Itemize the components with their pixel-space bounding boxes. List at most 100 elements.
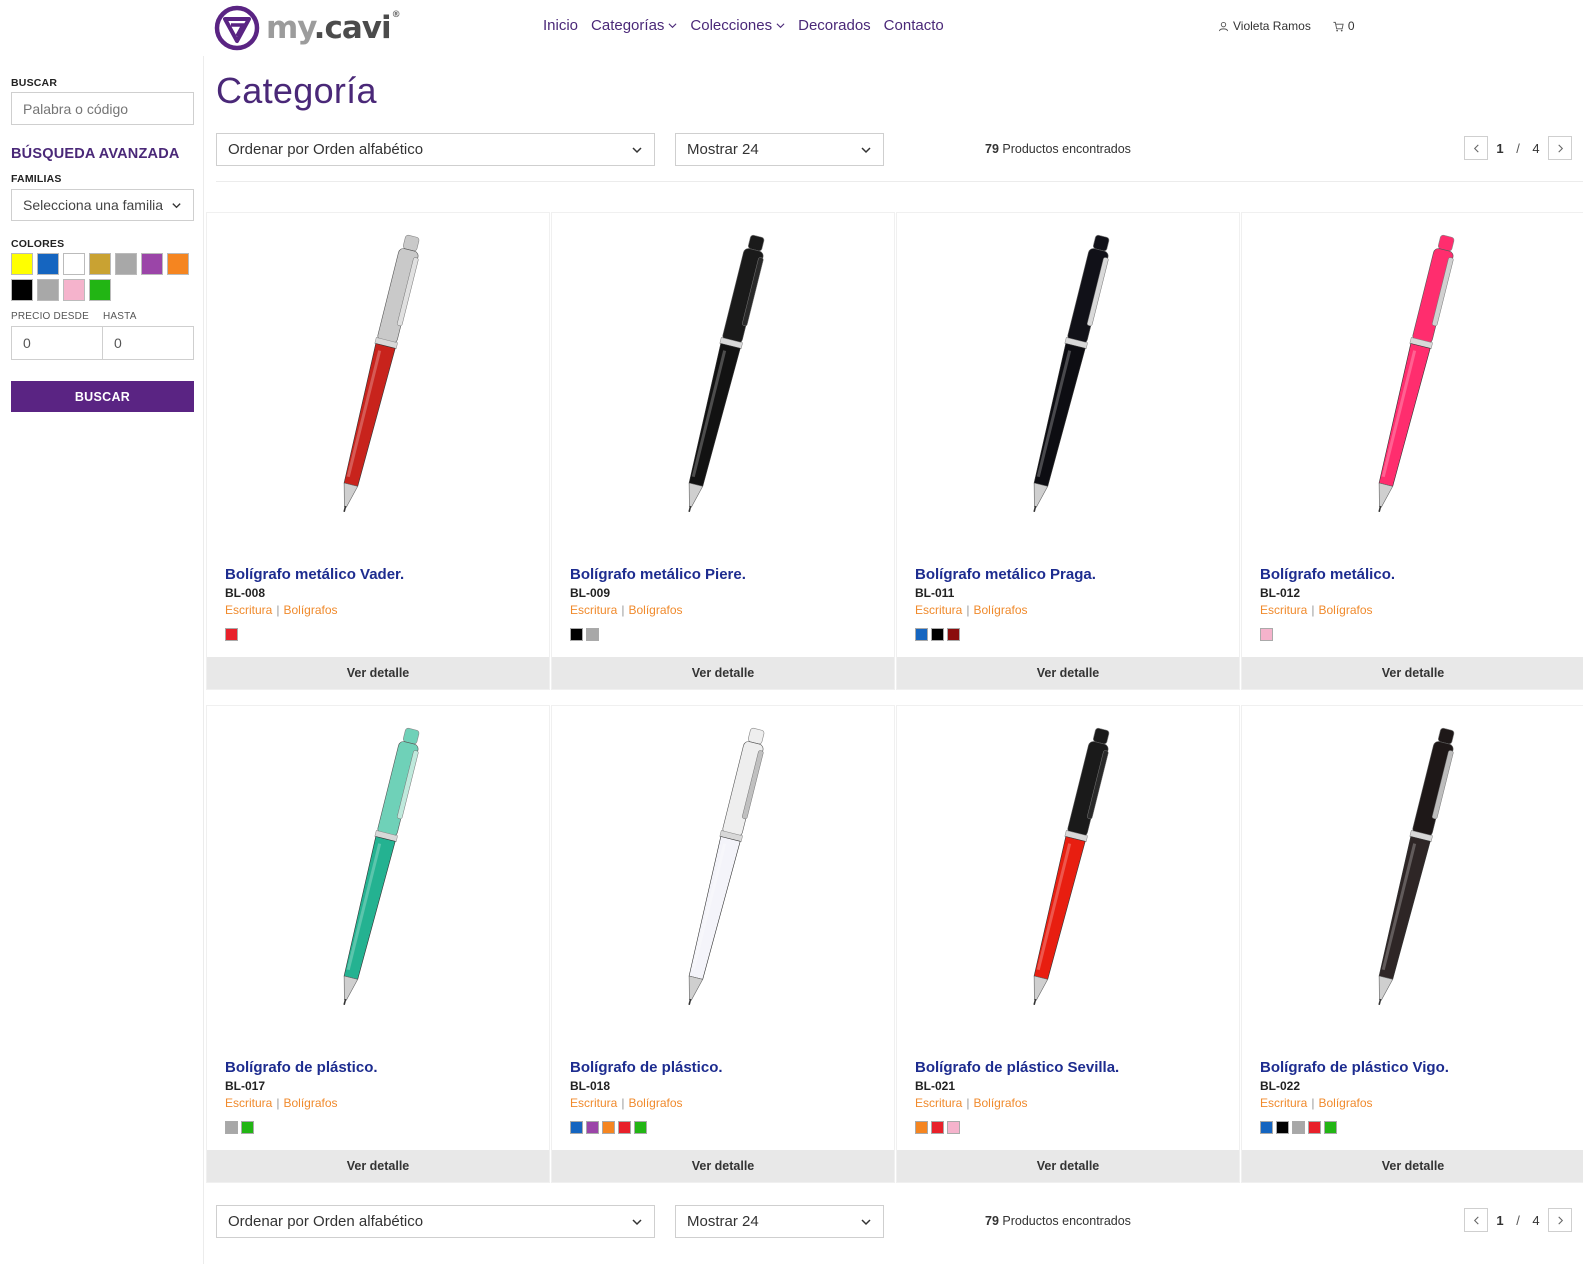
product-image[interactable] [1242, 221, 1583, 531]
nav-item-4[interactable]: Contacto [884, 17, 944, 34]
nav-item-3[interactable]: Decorados [798, 17, 871, 34]
color-swatch-6[interactable] [167, 253, 189, 275]
category-link[interactable]: Escritura [915, 603, 962, 617]
chevron-left-icon [1473, 144, 1479, 152]
product-image[interactable] [207, 221, 549, 531]
category-link[interactable]: Bolígrafos [283, 603, 337, 617]
next-page-button[interactable] [1548, 1208, 1572, 1232]
product-color-swatch [241, 1121, 254, 1134]
category-link[interactable]: Escritura [915, 1096, 962, 1110]
category-link[interactable]: Bolígrafos [1318, 1096, 1372, 1110]
category-link[interactable]: Bolígrafos [973, 603, 1027, 617]
category-link[interactable]: Escritura [1260, 1096, 1307, 1110]
nav-item-1[interactable]: Categorías [591, 17, 677, 34]
product-color-swatch [1260, 1121, 1273, 1134]
product-image[interactable] [897, 714, 1239, 1024]
search-input[interactable] [11, 92, 194, 125]
product-colors [1260, 1121, 1337, 1134]
product-colors [570, 1121, 647, 1134]
color-swatch-10[interactable] [89, 279, 111, 301]
price-to-input[interactable]: 0 [102, 326, 194, 360]
product-color-swatch [618, 1121, 631, 1134]
category-separator: | [1311, 1096, 1315, 1110]
category-link[interactable]: Escritura [225, 603, 272, 617]
view-detail-button[interactable]: Ver detalle [207, 657, 549, 689]
product-pen-illustration [1033, 727, 1110, 1006]
category-link[interactable]: Bolígrafos [283, 1096, 337, 1110]
product-image[interactable] [207, 714, 549, 1024]
chevron-left-icon [1473, 1216, 1479, 1224]
product-card: Bolígrafo de plástico Vigo. BL-022 Escritu… [1241, 705, 1583, 1183]
product-code: BL-011 [915, 586, 955, 600]
product-name-link[interactable]: Bolígrafo metálico Praga. [915, 566, 1096, 583]
view-detail-button[interactable]: Ver detalle [897, 657, 1239, 689]
category-separator: | [276, 603, 280, 617]
color-swatch-3[interactable] [89, 253, 111, 275]
view-detail-button[interactable]: Ver detalle [552, 657, 894, 689]
color-swatch-0[interactable] [11, 253, 33, 275]
user-area: Violeta Ramos 0 [1218, 19, 1355, 33]
category-link[interactable]: Escritura [225, 1096, 272, 1110]
product-categories: Escritura | Bolígrafos [570, 603, 683, 617]
color-swatch-4[interactable] [115, 253, 137, 275]
color-swatch-9[interactable] [63, 279, 85, 301]
nav-item-label: Categorías [591, 17, 665, 34]
product-pen-illustration [343, 727, 420, 1006]
show-count-value: Mostrar 24 [687, 141, 759, 158]
category-link[interactable]: Bolígrafos [628, 603, 682, 617]
category-link[interactable]: Escritura [570, 1096, 617, 1110]
color-swatch-2[interactable] [63, 253, 85, 275]
show-count-select-bottom[interactable]: Mostrar 24 [675, 1205, 884, 1238]
product-name-link[interactable]: Bolígrafo de plástico. [225, 1059, 378, 1076]
product-code: BL-012 [1260, 586, 1301, 600]
product-name-link[interactable]: Bolígrafo de plástico Sevilla. [915, 1059, 1119, 1076]
color-swatch-8[interactable] [37, 279, 59, 301]
product-image[interactable] [897, 221, 1239, 531]
families-select[interactable]: Selecciona una familia [11, 189, 194, 221]
cart-link[interactable]: 0 [1333, 19, 1355, 33]
product-name-link[interactable]: Bolígrafo metálico Vader. [225, 566, 404, 583]
price-from-input[interactable]: 0 [11, 326, 103, 360]
product-image[interactable] [552, 221, 894, 531]
category-separator: | [276, 1096, 280, 1110]
search-button[interactable]: BUSCAR [11, 381, 194, 412]
category-link[interactable]: Bolígrafos [973, 1096, 1027, 1110]
category-link[interactable]: Escritura [1260, 603, 1307, 617]
sort-select[interactable]: Ordenar por Orden alfabético [216, 133, 655, 166]
page-title: Categoría [216, 70, 377, 111]
show-count-select[interactable]: Mostrar 24 [675, 133, 884, 166]
color-swatch-5[interactable] [141, 253, 163, 275]
view-detail-button[interactable]: Ver detalle [552, 1150, 894, 1182]
prev-page-button[interactable] [1464, 1208, 1488, 1232]
product-name-link[interactable]: Bolígrafo de plástico. [570, 1059, 723, 1076]
prev-page-button[interactable] [1464, 136, 1488, 160]
cart-icon [1333, 21, 1344, 31]
product-colors [570, 628, 599, 641]
view-detail-button[interactable]: Ver detalle [1242, 1150, 1583, 1182]
view-detail-button[interactable]: Ver detalle [207, 1150, 549, 1182]
view-detail-button[interactable]: Ver detalle [1242, 657, 1583, 689]
sort-select-bottom[interactable]: Ordenar por Orden alfabético [216, 1205, 655, 1238]
product-name-link[interactable]: Bolígrafo de plástico Vigo. [1260, 1059, 1449, 1076]
product-code: BL-017 [225, 1079, 266, 1093]
category-link[interactable]: Escritura [570, 603, 617, 617]
user-name-link[interactable]: Violeta Ramos [1233, 19, 1311, 33]
product-name-link[interactable]: Bolígrafo metálico. [1260, 566, 1395, 583]
product-image[interactable] [1242, 714, 1583, 1024]
next-page-button[interactable] [1548, 136, 1572, 160]
color-swatch-7[interactable] [11, 279, 33, 301]
nav-item-label: Decorados [798, 17, 871, 34]
product-categories: Escritura | Bolígrafos [915, 603, 1028, 617]
site-logo[interactable]: my.cavi® [214, 5, 401, 51]
view-detail-button[interactable]: Ver detalle [897, 1150, 1239, 1182]
category-link[interactable]: Bolígrafos [1318, 603, 1372, 617]
product-image[interactable] [552, 714, 894, 1024]
total-pages: 4 [1532, 140, 1540, 156]
product-color-swatch [931, 628, 944, 641]
user-icon [1218, 21, 1229, 31]
product-name-link[interactable]: Bolígrafo metálico Piere. [570, 566, 746, 583]
color-swatch-1[interactable] [37, 253, 59, 275]
category-link[interactable]: Bolígrafos [628, 1096, 682, 1110]
nav-item-2[interactable]: Colecciones [690, 17, 785, 34]
nav-item-0[interactable]: Inicio [543, 17, 578, 34]
